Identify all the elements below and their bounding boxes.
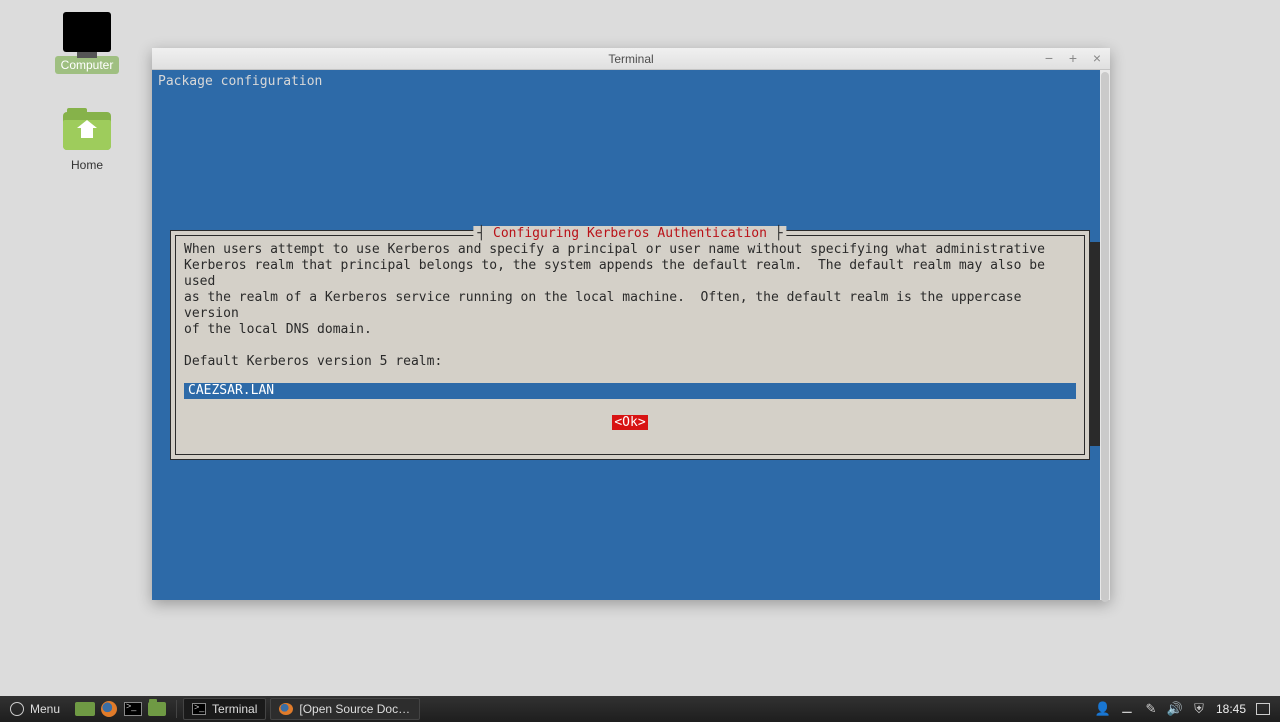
desktop-icon-label: Home — [65, 156, 109, 174]
gear-icon — [10, 702, 24, 716]
volume-icon[interactable]: 🔊 — [1168, 702, 1182, 716]
clock[interactable]: 18:45 — [1216, 702, 1246, 716]
terminal-viewport[interactable]: Package configuration ┤ Configuring Kerb… — [152, 70, 1110, 600]
window-minimize-button[interactable]: − — [1042, 51, 1056, 65]
bluetooth-icon[interactable]: ⚊ — [1120, 702, 1134, 716]
dialog-prompt: Default Kerberos version 5 realm: — [184, 354, 1076, 369]
desktop-icon-computer[interactable]: Computer — [48, 12, 126, 74]
scrollbar-thumb[interactable] — [1101, 72, 1109, 602]
window-maximize-button[interactable]: + — [1066, 51, 1080, 65]
menu-label: Menu — [30, 702, 60, 716]
pen-icon[interactable]: ✎ — [1144, 702, 1158, 716]
shield-icon[interactable]: ⛨ — [1192, 702, 1206, 716]
firefox-launcher[interactable] — [98, 698, 120, 720]
taskbar-task-document[interactable]: [Open Source Docum... — [270, 698, 420, 720]
terminal-icon — [124, 702, 142, 716]
window-titlebar[interactable]: Terminal − + × — [152, 48, 1110, 70]
ok-button[interactable]: <Ok> — [612, 415, 647, 430]
taskbar: Menu Terminal [Open Source Docum... 👤 ⚊ … — [0, 696, 1280, 722]
files-launcher[interactable] — [146, 698, 168, 720]
quick-launch — [70, 696, 172, 722]
terminal-scrollbar[interactable] — [1100, 70, 1110, 600]
taskbar-task-terminal[interactable]: Terminal — [183, 698, 266, 720]
firefox-icon — [279, 703, 293, 715]
window-close-button[interactable]: × — [1090, 51, 1104, 65]
task-label: [Open Source Docum... — [299, 702, 411, 716]
user-icon[interactable]: 👤 — [1096, 702, 1110, 716]
task-label: Terminal — [212, 702, 257, 716]
window-title: Terminal — [608, 52, 653, 66]
system-tray: 👤 ⚊ ✎ 🔊 ⛨ 18:45 — [1086, 696, 1280, 722]
desktop-icon-label: Computer — [55, 56, 120, 74]
realm-input[interactable]: CAEZSAR.LAN — [184, 383, 1076, 399]
terminal-launcher[interactable] — [122, 698, 144, 720]
terminal-icon — [192, 703, 206, 715]
kerberos-dialog: ┤ Configuring Kerberos Authentication ├ … — [170, 230, 1090, 460]
desktop-icon-home[interactable]: Home — [48, 112, 126, 174]
package-configuration-header: Package configuration — [158, 74, 322, 89]
monitor-icon — [63, 12, 111, 52]
desktop-icon — [75, 702, 95, 716]
home-folder-icon — [63, 112, 111, 150]
terminal-window: Terminal − + × Package configuration ┤ C… — [152, 48, 1110, 600]
workspace-icon[interactable] — [1256, 702, 1270, 716]
separator — [176, 700, 177, 718]
menu-button[interactable]: Menu — [0, 696, 70, 722]
firefox-icon — [101, 701, 117, 717]
dialog-body-text: When users attempt to use Kerberos and s… — [184, 242, 1076, 338]
show-desktop-button[interactable] — [74, 698, 96, 720]
folder-icon — [148, 702, 166, 716]
dialog-title: ┤ Configuring Kerberos Authentication ├ — [473, 226, 786, 241]
